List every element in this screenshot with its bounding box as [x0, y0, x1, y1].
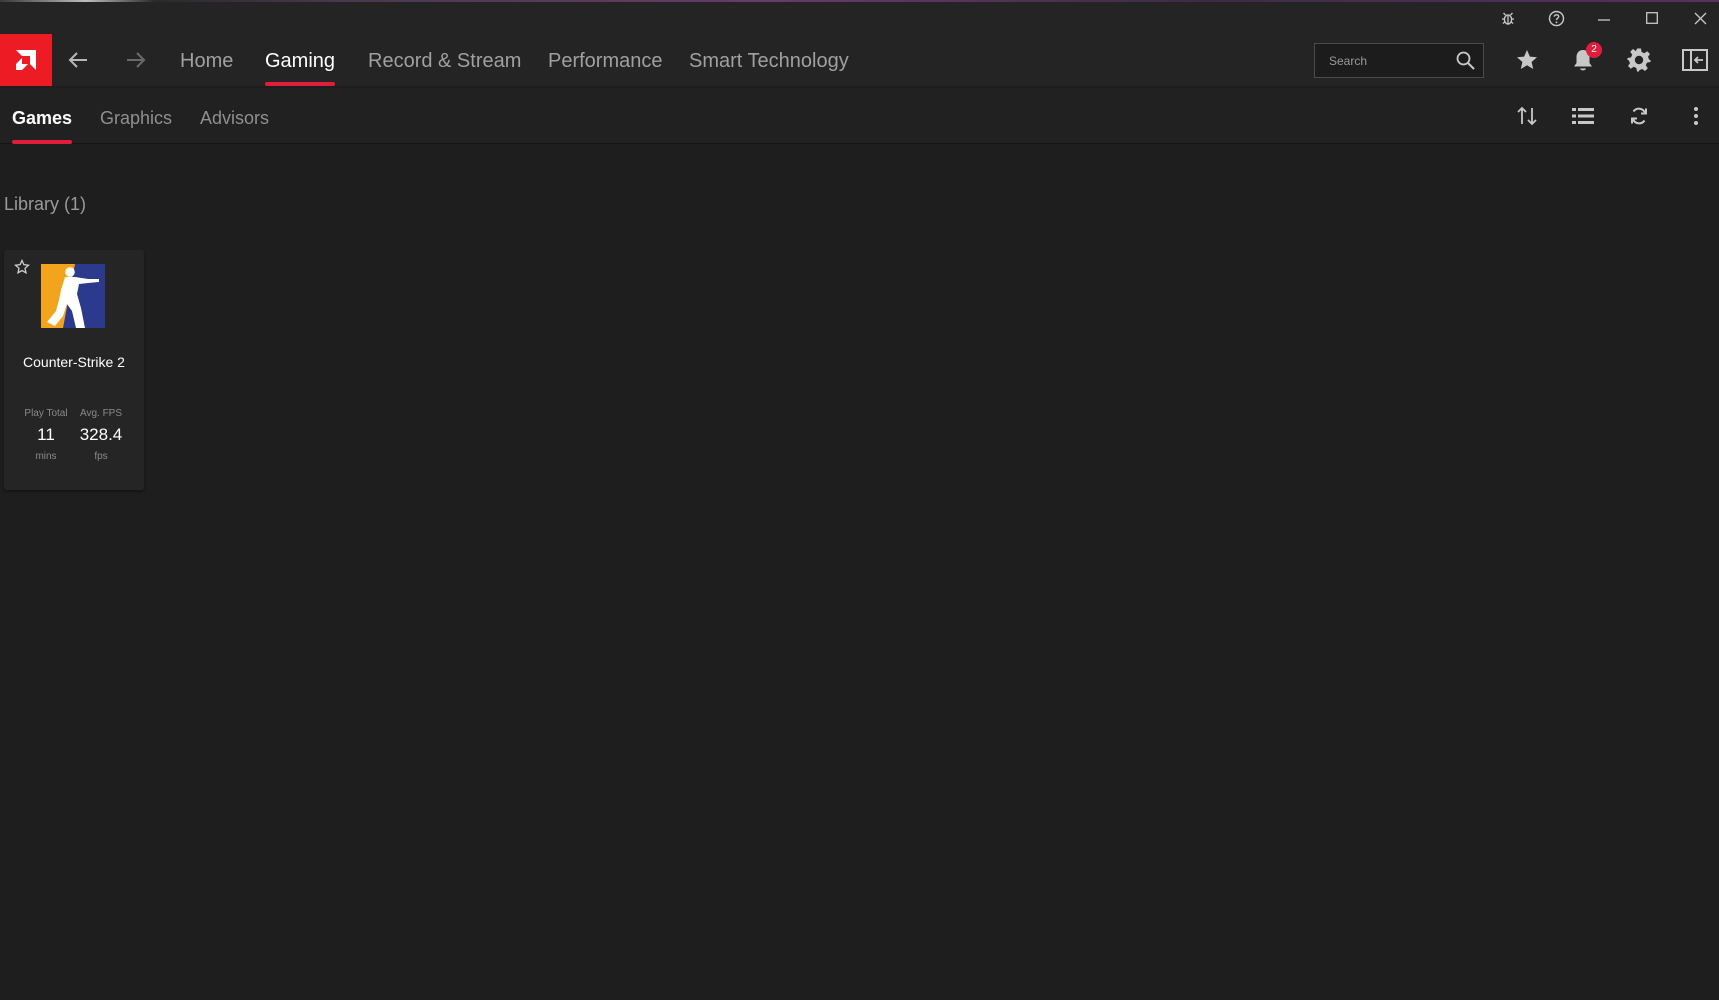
refresh-icon[interactable] [1619, 88, 1659, 144]
settings-gear-icon[interactable] [1617, 34, 1661, 86]
favorites-star-icon[interactable] [1505, 34, 1549, 86]
sub-tab-games[interactable]: Games [12, 88, 73, 144]
stat-value: 11 [37, 425, 55, 444]
stat-label: Play Total [24, 408, 68, 419]
counter-strike-logo-icon [41, 264, 105, 328]
sub-tab-graphics[interactable]: Graphics [100, 88, 172, 144]
nav-tab-record-stream[interactable]: Record & Stream [368, 34, 521, 86]
search-box [1314, 43, 1484, 78]
sort-icon[interactable] [1507, 88, 1547, 144]
bug-report-icon[interactable] [1488, 2, 1528, 34]
stat-value: 328.4 [79, 425, 123, 444]
sidebar-panel-icon[interactable] [1673, 34, 1717, 86]
nav-tab-smart-technology[interactable]: Smart Technology [689, 34, 849, 86]
avg-fps-stat: Avg. FPS 328.4 fps [71, 408, 131, 462]
sub-tab-advisors[interactable]: Advisors [200, 88, 269, 144]
favorite-star-icon[interactable] [11, 256, 33, 278]
amd-logo[interactable] [0, 34, 52, 86]
stat-unit: fps [94, 451, 108, 462]
title-bar [0, 2, 1719, 34]
sub-nav-bar: Games Graphics Advisors [0, 88, 1719, 144]
nav-tab-gaming[interactable]: Gaming [265, 34, 336, 86]
notifications-bell-icon[interactable]: 2 [1561, 34, 1605, 86]
help-icon[interactable] [1536, 2, 1576, 34]
list-view-icon[interactable] [1563, 88, 1603, 144]
stat-label: Avg. FPS [79, 408, 123, 419]
stat-unit: mins [35, 451, 57, 462]
library-heading: Library (1) [4, 194, 87, 214]
back-arrow-icon[interactable] [58, 34, 98, 86]
minimize-icon[interactable] [1584, 2, 1624, 34]
nav-tab-performance[interactable]: Performance [548, 34, 663, 86]
more-options-icon[interactable] [1676, 88, 1716, 144]
notification-count-badge: 2 [1586, 42, 1602, 58]
forward-arrow-icon[interactable] [116, 34, 156, 86]
close-icon[interactable] [1680, 2, 1719, 34]
search-icon[interactable] [1456, 51, 1475, 75]
play-total-stat: Play Total 11 mins [16, 408, 76, 462]
maximize-icon[interactable] [1632, 2, 1672, 34]
main-nav-bar: Home Gaming Record & Stream Performance … [0, 34, 1719, 86]
nav-tab-home[interactable]: Home [180, 34, 233, 86]
game-title: Counter-Strike 2 [23, 354, 125, 370]
game-card[interactable]: Counter-Strike 2 Play Total 11 mins Avg.… [4, 250, 144, 490]
search-input[interactable] [1315, 44, 1451, 77]
